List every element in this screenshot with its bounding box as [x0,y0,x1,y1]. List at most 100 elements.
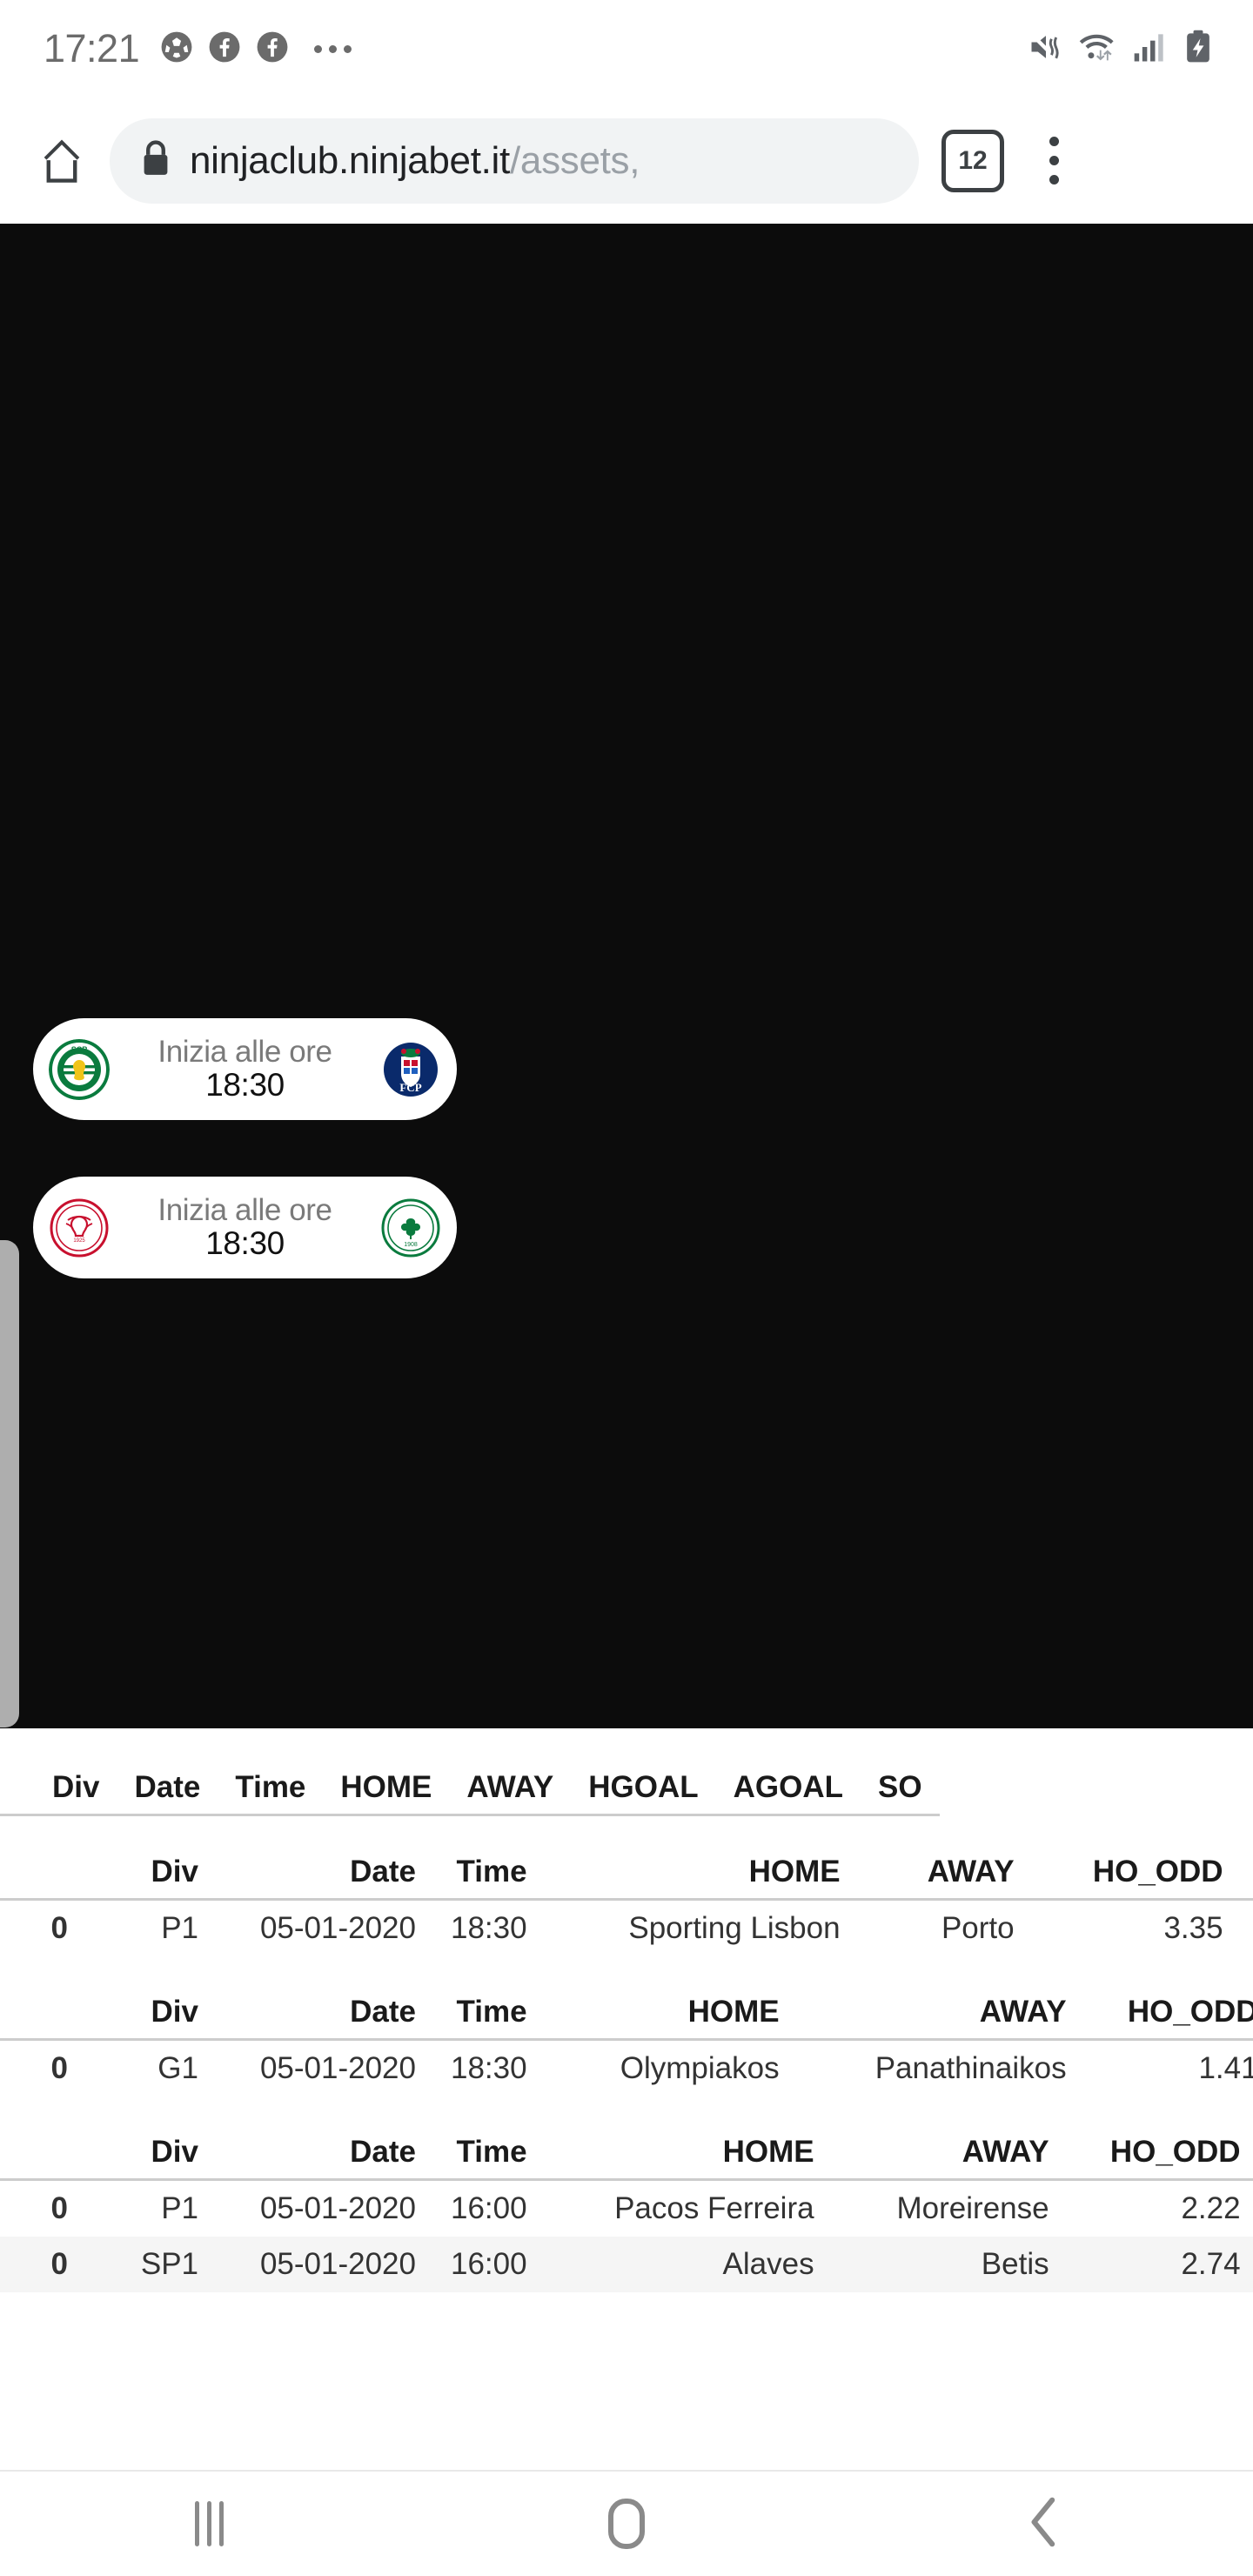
table-cell: 2.74 [1181,2247,1241,2281]
table-cell: G1 [157,2051,198,2085]
row-index: 0 [50,2247,68,2281]
column-header: HO_ODD [1127,1995,1253,2029]
column-header: AGOAL [733,1770,844,1804]
tab-switcher-button[interactable]: 12 [941,129,1004,192]
row-index: 0 [50,1911,68,1945]
match-kickoff-info: Inizia alle ore 18:30 [110,1036,380,1102]
row-index: 0 [50,2051,68,2085]
table: Div Date Time HOME AWAY HO_ODD AW_ODD 0 … [0,1846,1253,1956]
table-header-row: Div Date Time HOME AWAY HO_ODD AW_OD [0,2126,1253,2180]
url-path: /assets, [509,138,640,182]
table-cell: P1 [161,2191,198,2225]
table-cell: 16:00 [451,2247,527,2281]
table-cell: 05-01-2020 [259,2247,416,2281]
column-header: Date [350,2135,416,2169]
match-hero-section: SCP Inizia alle ore 18:30 FCP 1925 Inizi… [0,224,1253,1728]
battery-charging-icon [1182,28,1215,70]
column-header: Div [151,1855,198,1888]
fc-porto-crest: FCP [380,1039,441,1100]
column-header: Time [456,1855,527,1888]
table-cell: Pacos Ferreira [614,2191,814,2225]
column-header: Div [52,1770,100,1804]
table: Div Date Time HOME AWAY HGOAL AGOAL SO [0,1761,940,1816]
column-header-index [0,1846,85,1900]
table-cell: Alaves [722,2247,814,2281]
table-row: 0 SP1 05-01-2020 16:00 Alaves Betis 2.74… [0,2237,1253,2292]
column-header: AWAY [466,1770,554,1804]
column-header: HGOAL [588,1770,699,1804]
match-card[interactable]: 1925 Inizia alle ore 18:30 1908 [33,1177,457,1278]
match-time: 18:30 [205,1067,285,1104]
kebab-menu-icon[interactable] [1032,127,1075,195]
table-header: Div Date Time HOME AWAY HGOAL AGOAL SO [0,1761,940,1815]
facebook-icon [256,30,289,68]
notification-icons [160,30,352,68]
match-kickoff-info: Inizia alle ore 18:30 [110,1194,380,1260]
column-header: HOME [687,1995,780,2029]
url-text: ninjaclub.ninjabet.it/assets, [190,139,640,183]
table-cell: Moreirense [896,2191,1049,2225]
svg-text:1925: 1925 [73,1238,85,1244]
table-cell: 1.41 [1198,2051,1253,2085]
svg-text:SCP: SCP [71,1045,88,1054]
column-header: AWAY [979,1995,1067,2029]
table: Div Date Time HOME AWAY HO_ODD AW_OD 0 P… [0,2126,1253,2292]
url-bar[interactable]: ninjaclub.ninjabet.it/assets, [110,117,919,204]
svg-text:1908: 1908 [404,1242,418,1248]
browser-toolbar: ninjaclub.ninjabet.it/assets, 12 [0,97,1253,224]
url-host: ninjaclub.ninjabet.it [190,138,510,182]
table-cell: 05-01-2020 [259,2191,416,2225]
table-cell: 3.35 [1163,1911,1223,1945]
column-header-index [0,2126,85,2180]
column-header: AWAY [927,1855,1015,1888]
table-cell: Panathinaikos [874,2051,1067,2085]
facebook-icon [208,30,241,68]
table-cell: Olympiakos [620,2051,780,2085]
column-header: HO_ODD [1109,2135,1241,2169]
column-header: Date [350,1995,416,2029]
signal-icon [1131,28,1169,70]
recent-apps-icon [194,2501,224,2546]
back-button[interactable] [957,2472,1131,2576]
home-button[interactable] [539,2472,714,2576]
column-header: HOME [748,1855,841,1888]
match-time: 18:30 [205,1225,285,1262]
table-row: 0 G1 05-01-2020 18:30 Olympiakos Panathi… [0,2040,1253,2097]
table-cell: Sporting Lisbon [628,1911,841,1945]
table-row: 0 P1 05-01-2020 18:30 Sporting Lisbon Po… [0,1900,1253,1957]
status-bar-right [1027,28,1215,70]
scroll-drag-handle[interactable] [0,1240,19,1727]
row-index: 0 [50,2191,68,2225]
table-header-row: Div Date Time HOME AWAY HO_ODD AW_ODD [0,1846,1253,1900]
table-cell: P1 [161,1911,198,1945]
table-header-row: Div Date Time HOME AWAY HO_ODD HLOST [0,1986,1253,2040]
back-chevron-icon [1024,2496,1064,2553]
table-cell: 18:30 [451,2051,527,2085]
soccer-ball-icon [160,30,193,68]
match-label: Inizia alle ore [157,1035,332,1070]
column-header: Div [151,1995,198,2029]
column-header-index [0,1761,35,1815]
table-header: Div Date Time HOME AWAY HO_ODD HLOST [0,1986,1253,2040]
recent-apps-button[interactable] [122,2472,296,2576]
dataframe-table-1: Div Date Time HOME AWAY HO_ODD AW_ODD 0 … [0,1816,1253,1956]
sporting-cp-crest: SCP [49,1038,110,1100]
mute-vibrate-icon [1027,28,1065,70]
table-cell: Porto [941,1911,1015,1945]
dataframe-output-area: Div Date Time HOME AWAY HGOAL AGOAL SO D… [0,1728,1253,2292]
table-cell: SP1 [140,2247,198,2281]
table-cell: Betis [981,2247,1049,2281]
home-icon[interactable] [28,127,96,195]
column-header: SO [878,1770,922,1804]
column-header: Time [235,1770,306,1804]
android-navigation-bar [0,2470,1253,2576]
wifi-icon [1077,28,1119,70]
table-cell: 05-01-2020 [259,1911,416,1945]
column-header: Div [151,2135,198,2169]
column-header: HOME [340,1770,432,1804]
table-body: 0 P1 05-01-2020 18:30 Sporting Lisbon Po… [0,1900,1253,1957]
column-header-index [0,1986,85,2040]
dataframe-table-2: Div Date Time HOME AWAY HO_ODD HLOST 0 G… [0,1956,1253,2096]
dataframe-table-3: Div Date Time HOME AWAY HO_ODD AW_OD 0 P… [0,2096,1253,2292]
match-card[interactable]: SCP Inizia alle ore 18:30 FCP [33,1018,457,1120]
